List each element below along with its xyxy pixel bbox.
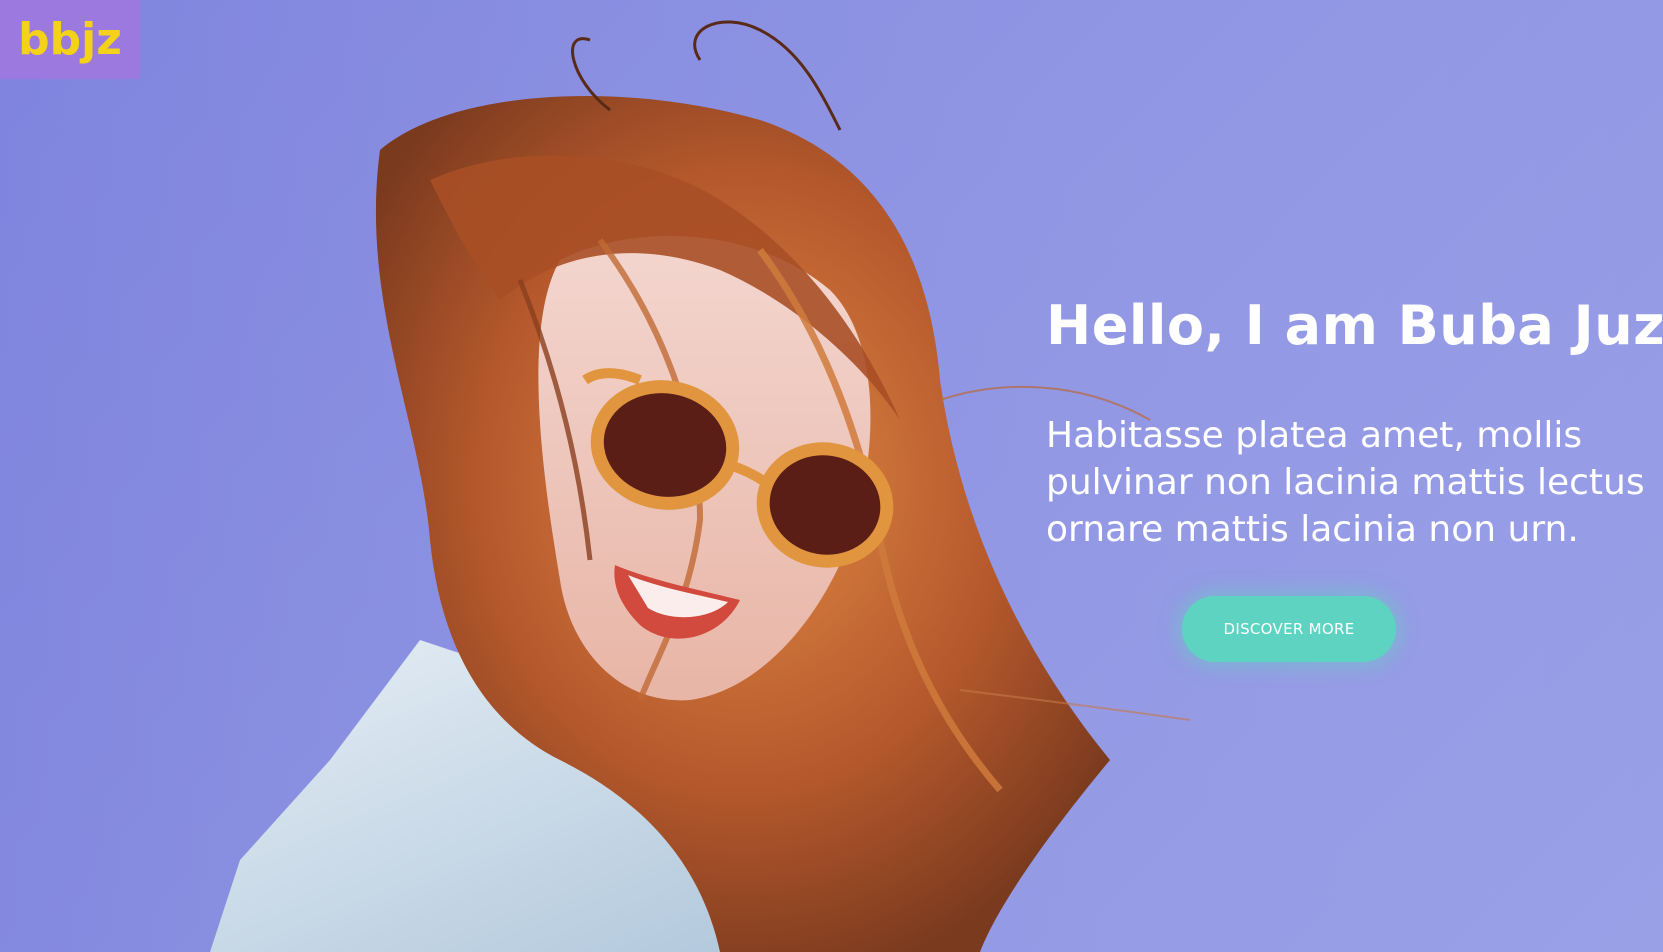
brand-logo[interactable]: bbjz — [0, 0, 140, 79]
hero-headline: Hello, I am Buba Juz. — [1046, 294, 1663, 357]
hero-section: bbjz Hello, I am Buba Juz. Habitasse pla… — [0, 0, 1663, 952]
hero-description: Habitasse platea amet, mollis pulvinar n… — [1046, 415, 1645, 550]
discover-more-button[interactable]: DISCOVER MORE — [1182, 596, 1396, 662]
